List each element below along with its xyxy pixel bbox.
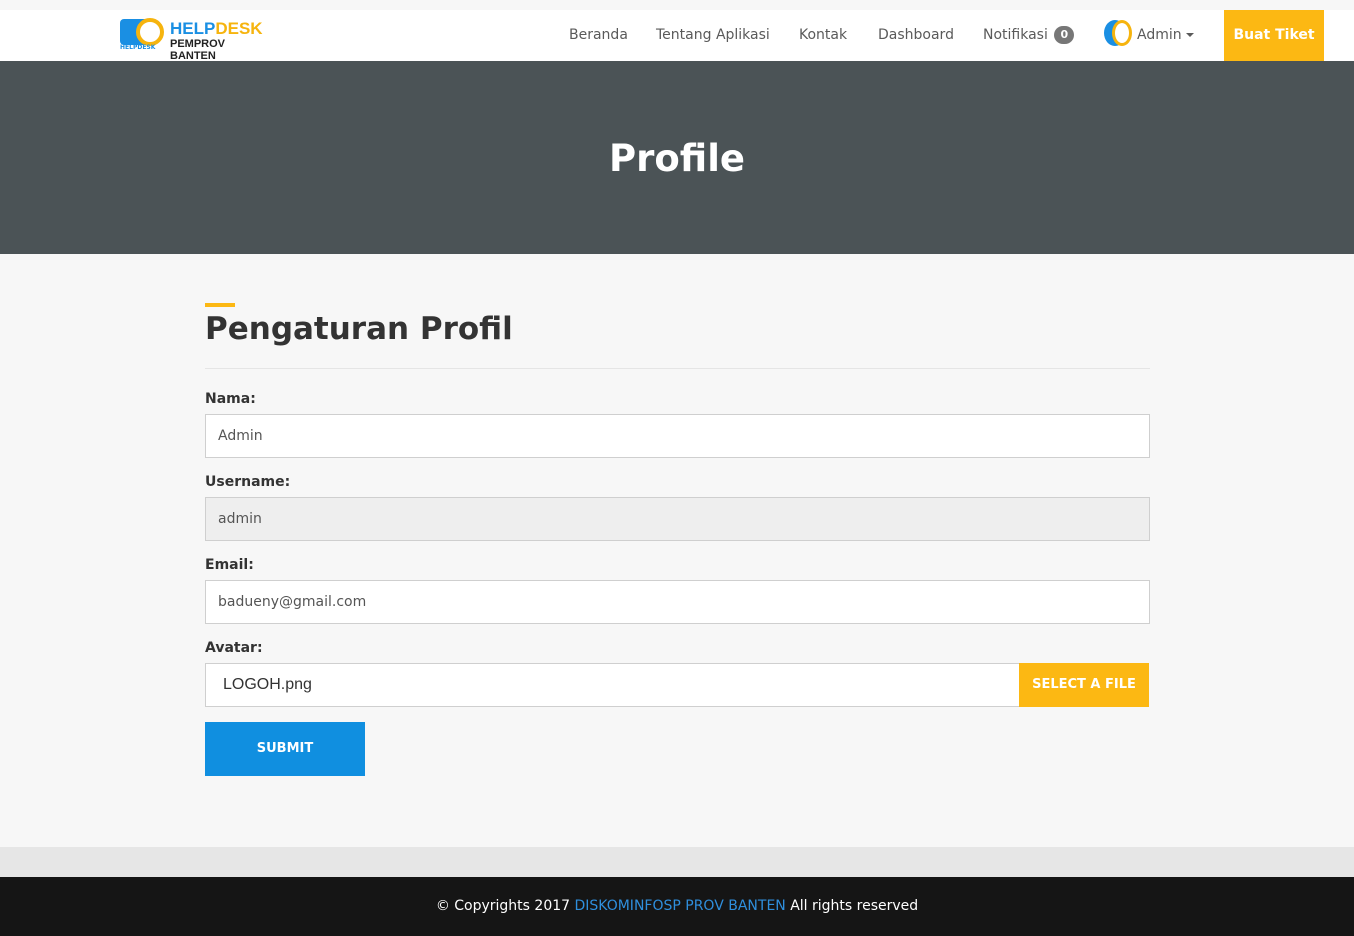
nama-label: Nama: — [205, 391, 256, 407]
navbar: HELPDESK HELPDESK PEMPROV BANTEN Beranda… — [0, 10, 1354, 62]
buat-tiket-button[interactable]: Buat Tiket — [1224, 10, 1324, 61]
footer: © Copyrights 2017 DISKOMINFOSP PROV BANT… — [0, 877, 1354, 936]
nav-notifikasi[interactable]: Notifikasi 0 — [983, 10, 1075, 61]
title-accent-line — [205, 303, 235, 307]
avatar-label: Avatar: — [205, 640, 263, 656]
username-input — [205, 497, 1150, 541]
section-title: Pengaturan Profil — [205, 311, 513, 347]
nav-kontak[interactable]: Kontak — [799, 10, 847, 61]
footer-copyright: © Copyrights 2017 — [435, 898, 571, 914]
footer-spacer — [0, 847, 1354, 877]
logo-subtitle: PEMPROV BANTEN — [170, 38, 226, 62]
user-menu-label: Admin — [1137, 27, 1182, 43]
footer-rights: All rights reserved — [790, 898, 919, 914]
nav-beranda[interactable]: Beranda — [569, 10, 628, 61]
caret-down-icon — [1185, 33, 1194, 37]
logo-icon: HELPDESK — [120, 18, 168, 52]
logo-title: HELPDESK — [170, 19, 263, 38]
avatar-file-picker: LOGOH.png SELECT A FILE — [205, 663, 1150, 707]
nama-input[interactable] — [205, 414, 1150, 458]
avatar-file-name[interactable]: LOGOH.png — [205, 663, 1020, 707]
select-file-button[interactable]: SELECT A FILE — [1019, 663, 1149, 707]
email-input[interactable] — [205, 580, 1150, 624]
nav-dashboard[interactable]: Dashboard — [878, 10, 954, 61]
nav-tentang-aplikasi[interactable]: Tentang Aplikasi — [656, 10, 770, 61]
notification-count-badge: 0 — [1054, 26, 1075, 44]
section-divider — [205, 368, 1150, 369]
page-banner: Profile — [0, 61, 1354, 254]
footer-link[interactable]: DISKOMINFOSP PROV BANTEN — [575, 898, 786, 914]
user-avatar-icon[interactable] — [1104, 20, 1134, 50]
submit-button[interactable]: SUBMIT — [205, 722, 365, 776]
page-title: Profile — [609, 137, 745, 180]
top-strip — [0, 0, 1354, 10]
username-label: Username: — [205, 474, 291, 490]
nav-notifikasi-label: Notifikasi — [983, 27, 1048, 43]
helpdesk-logo[interactable]: HELPDESK HELPDESK PEMPROV BANTEN — [120, 18, 270, 62]
email-label: Email: — [205, 557, 254, 573]
user-menu-dropdown[interactable]: Admin — [1137, 10, 1194, 61]
